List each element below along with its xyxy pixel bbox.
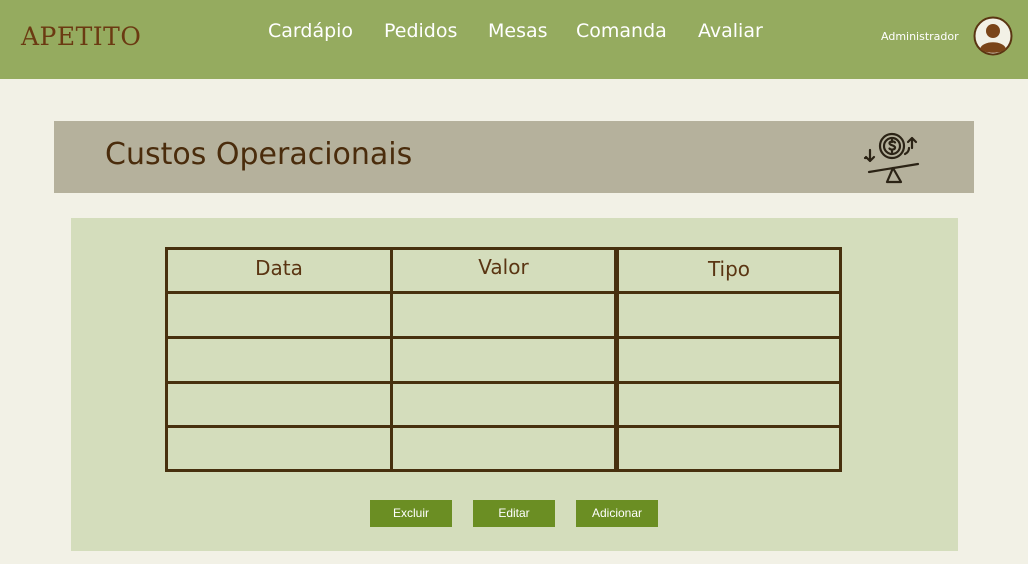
column-header-tipo: Tipo [707,257,751,281]
nav-comanda[interactable]: Comanda [576,20,667,42]
table-cell[interactable] [619,339,839,381]
table-cell[interactable] [168,294,390,336]
table-cell[interactable] [168,428,390,469]
user-avatar-icon[interactable] [973,16,1013,56]
table-cell[interactable] [168,339,390,381]
add-button[interactable]: Adicionar [576,500,658,527]
brand-logo[interactable]: APETITO [21,22,141,51]
operational-costs-balance-icon [863,132,920,184]
nav-pedidos[interactable]: Pedidos [384,20,457,42]
table-cell[interactable] [393,339,614,381]
column-header-data: Data [255,256,303,280]
costs-panel: Data Valor Tipo Excluir Editar Adicionar [71,218,958,551]
table-cell[interactable] [393,294,614,336]
top-nav-bar: APETITO Cardápio Pedidos Mesas Comanda A… [0,0,1028,79]
nav-cardapio[interactable]: Cardápio [268,20,353,42]
user-role-label[interactable]: Administrador [881,30,959,43]
table-cell[interactable] [393,428,614,469]
nav-mesas[interactable]: Mesas [488,20,548,42]
table-cell[interactable] [393,384,614,425]
column-header-valor: Valor [478,255,529,279]
delete-button[interactable]: Excluir [370,500,452,527]
page-title-banner: Custos Operacionais [54,121,974,193]
nav-avaliar[interactable]: Avaliar [698,20,763,42]
table-border-top [165,247,842,250]
table-cell[interactable] [619,294,839,336]
page-title: Custos Operacionais [105,137,413,172]
table-cell[interactable] [619,428,839,469]
table-cell[interactable] [168,384,390,425]
table-cell[interactable] [619,384,839,425]
edit-button[interactable]: Editar [473,500,555,527]
table-border-bottom [165,469,842,472]
table-border-right [839,247,842,472]
